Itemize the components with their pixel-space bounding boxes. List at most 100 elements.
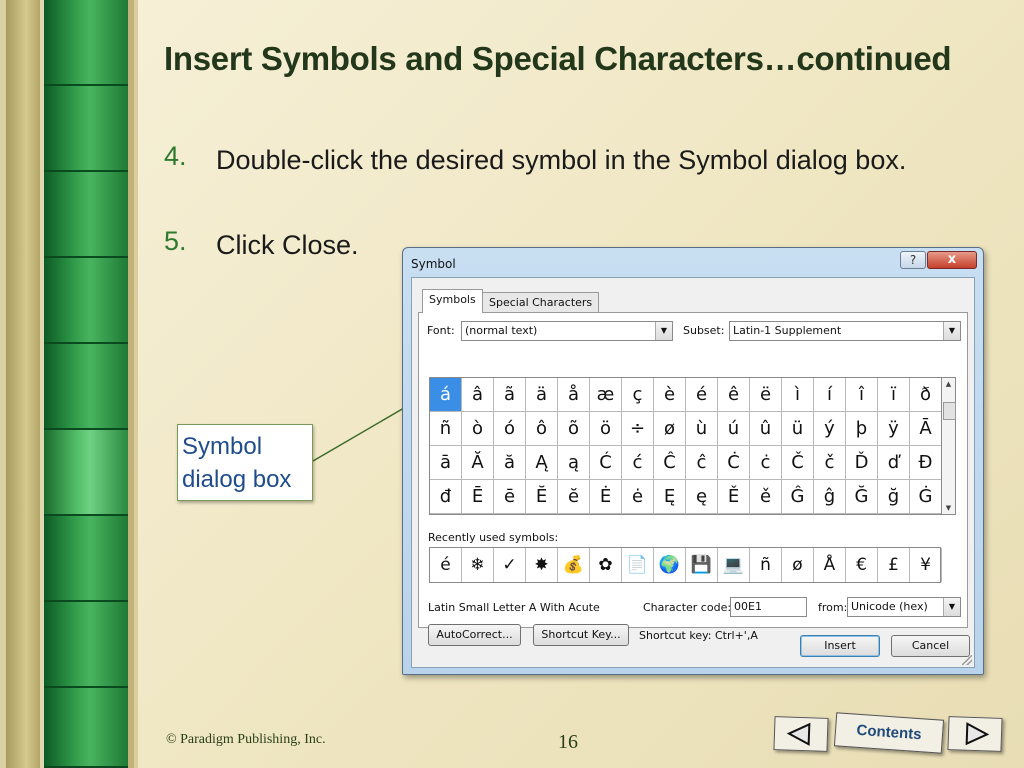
symbol-cell[interactable]: Č [782,446,814,480]
recent-symbol-cell[interactable]: ✸ [526,548,558,582]
symbol-cell[interactable]: é [686,378,718,412]
recent-symbol-cell[interactable]: 📄 [622,548,654,582]
cancel-button[interactable]: Cancel [891,635,970,657]
symbol-cell[interactable]: í [814,378,846,412]
recent-symbol-cell[interactable]: ¥ [910,548,942,582]
tab-special-characters[interactable]: Special Characters [482,292,600,312]
symbol-cell[interactable]: ü [782,412,814,446]
symbol-cell[interactable]: ä [526,378,558,412]
symbol-cell[interactable]: ė [622,480,654,514]
symbol-cell[interactable]: ā [430,446,462,480]
chevron-down-icon[interactable]: ▼ [943,598,960,616]
symbol-cell[interactable]: ĝ [814,480,846,514]
symbol-cell[interactable]: Ā [910,412,942,446]
symbol-cell[interactable]: ę [686,480,718,514]
insert-button[interactable]: Insert [800,635,880,657]
shortcut-key-button[interactable]: Shortcut Key... [533,624,629,646]
symbol-cell[interactable]: ë [750,378,782,412]
symbol-cell[interactable]: č [814,446,846,480]
autocorrect-button[interactable]: AutoCorrect... [428,624,521,646]
symbol-cell[interactable]: ď [878,446,910,480]
symbol-cell[interactable]: ê [718,378,750,412]
symbol-grid-scrollbar[interactable]: ▲ ▼ [941,377,956,515]
chevron-down-icon[interactable]: ▼ [655,322,672,340]
symbol-cell[interactable]: ö [590,412,622,446]
symbol-cell[interactable]: ï [878,378,910,412]
symbol-cell[interactable]: ú [718,412,750,446]
recent-symbol-cell[interactable]: £ [878,548,910,582]
symbol-cell[interactable]: ą [558,446,590,480]
help-button[interactable]: ? [900,251,926,269]
symbol-cell[interactable]: ē [494,480,526,514]
symbol-cell[interactable]: Ğ [846,480,878,514]
symbol-cell[interactable]: ã [494,378,526,412]
close-button[interactable]: x [927,251,977,269]
symbol-cell[interactable]: Ę [654,480,686,514]
symbol-cell[interactable]: ĕ [558,480,590,514]
character-code-input[interactable]: 00E1 [730,597,807,617]
tab-symbols[interactable]: Symbols [422,289,483,313]
scroll-down-icon[interactable]: ▼ [942,502,955,514]
recent-symbol-cell[interactable]: ñ [750,548,782,582]
symbol-cell[interactable]: đ [430,480,462,514]
next-slide-button[interactable] [947,716,1003,752]
recent-symbol-cell[interactable]: € [846,548,878,582]
scroll-up-icon[interactable]: ▲ [942,378,955,390]
symbol-cell[interactable]: ĉ [686,446,718,480]
symbol-cell[interactable]: ð [910,378,942,412]
recent-symbol-cell[interactable]: Å [814,548,846,582]
symbol-cell[interactable]: Ė [590,480,622,514]
symbol-cell[interactable]: â [462,378,494,412]
symbol-cell[interactable]: î [846,378,878,412]
symbol-cell[interactable]: Ē [462,480,494,514]
recent-symbol-cell[interactable]: ø [782,548,814,582]
symbol-cell[interactable]: Ą [526,446,558,480]
symbol-cell[interactable]: ý [814,412,846,446]
symbol-cell[interactable]: þ [846,412,878,446]
symbol-cell[interactable]: Ĝ [782,480,814,514]
symbol-cell[interactable]: ò [462,412,494,446]
symbol-cell[interactable]: Ċ [718,446,750,480]
font-select[interactable]: (normal text) ▼ [461,321,673,341]
symbol-cell[interactable]: Ď [846,446,878,480]
symbol-cell-selected[interactable]: á [430,378,462,412]
previous-slide-button[interactable] [773,716,829,752]
symbol-cell[interactable]: ă [494,446,526,480]
symbol-cell[interactable]: õ [558,412,590,446]
symbol-cell[interactable]: æ [590,378,622,412]
recent-symbol-cell[interactable]: é [430,548,462,582]
recent-symbol-cell[interactable]: ✿ [590,548,622,582]
recent-symbol-cell[interactable]: ✓ [494,548,526,582]
symbol-cell[interactable]: Ġ [910,480,942,514]
symbol-cell[interactable]: ç [622,378,654,412]
symbol-cell[interactable]: ù [686,412,718,446]
from-select[interactable]: Unicode (hex) ▼ [847,597,961,617]
symbol-cell[interactable]: ÷ [622,412,654,446]
subset-select[interactable]: Latin-1 Supplement ▼ [729,321,961,341]
symbol-cell[interactable]: ì [782,378,814,412]
symbol-cell[interactable]: è [654,378,686,412]
symbol-cell[interactable]: û [750,412,782,446]
symbol-cell[interactable]: ć [622,446,654,480]
symbol-cell[interactable]: ÿ [878,412,910,446]
symbol-cell[interactable]: ċ [750,446,782,480]
symbol-cell[interactable]: ě [750,480,782,514]
symbol-cell[interactable]: Ĉ [654,446,686,480]
recent-symbol-cell[interactable]: ❄ [462,548,494,582]
recent-symbol-cell[interactable]: 🌍 [654,548,686,582]
recent-symbol-cell[interactable]: 💰 [558,548,590,582]
resize-grip-icon[interactable] [962,655,972,665]
symbol-cell[interactable]: Ě [718,480,750,514]
symbol-cell[interactable]: ô [526,412,558,446]
scrollbar-thumb[interactable] [943,402,956,420]
symbol-cell[interactable]: Ĕ [526,480,558,514]
symbol-cell[interactable]: Ć [590,446,622,480]
recent-symbol-cell[interactable]: 💾 [686,548,718,582]
symbol-cell[interactable]: Đ [910,446,942,480]
chevron-down-icon[interactable]: ▼ [943,322,960,340]
symbol-cell[interactable]: ø [654,412,686,446]
symbol-cell[interactable]: ğ [878,480,910,514]
symbol-cell[interactable]: Ă [462,446,494,480]
symbol-cell[interactable]: ó [494,412,526,446]
recent-symbol-cell[interactable]: 💻 [718,548,750,582]
